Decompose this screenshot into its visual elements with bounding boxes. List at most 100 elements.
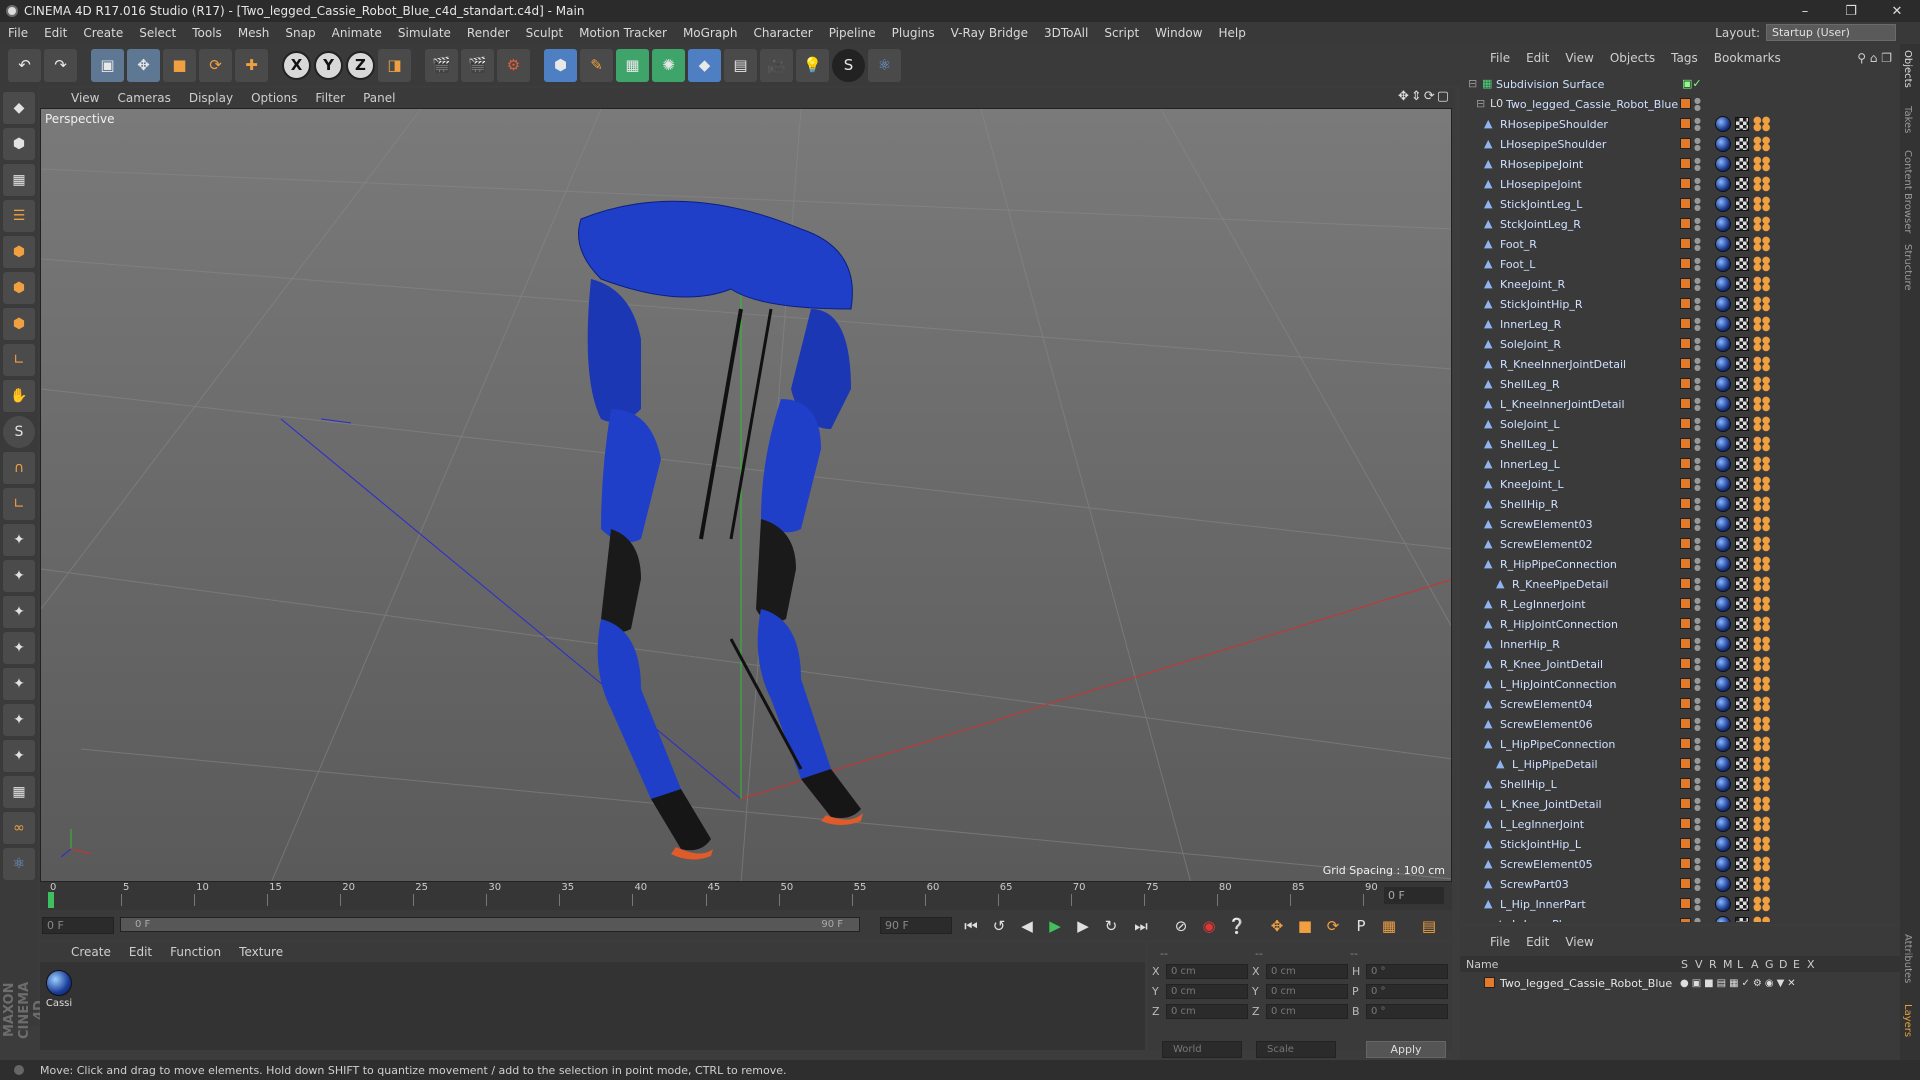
object-row-subdivision-surface[interactable]: ⊟ ▦ Subdivision Surface ▣✓ (1460, 74, 1885, 94)
key-pla-icon[interactable]: ▦ (1378, 915, 1400, 937)
object-row[interactable]: ▲ L_Hip_InnerPart ● ● ●● ●● (1460, 894, 1885, 914)
sculpt-brush-icon-6[interactable]: ✦ (3, 704, 35, 736)
menu-render[interactable]: Render (459, 26, 518, 40)
sculpt-brush-icon-5[interactable]: ✦ (3, 668, 35, 700)
timeline-playhead[interactable] (48, 892, 54, 908)
uvw-tag-icon[interactable] (1735, 337, 1749, 351)
selection-tag-icon[interactable]: ●●●● (1753, 536, 1770, 553)
material-tag-icon[interactable] (1715, 416, 1731, 432)
timeline-window-icon[interactable]: ▤ (1418, 915, 1440, 937)
coordinate-system-icon[interactable]: ◨ (378, 48, 411, 82)
material-tag-icon[interactable] (1715, 336, 1731, 352)
material-tag-icon[interactable] (1715, 896, 1731, 912)
visibility-dots-icon[interactable]: ●● (1694, 317, 1701, 332)
material-tag-icon[interactable] (1715, 236, 1731, 252)
uvw-tag-icon[interactable] (1735, 117, 1749, 131)
quantize-icon[interactable]: ∞ (3, 812, 35, 844)
material-tag-icon[interactable] (1715, 176, 1731, 192)
close-button[interactable]: ✕ (1874, 0, 1920, 22)
uvw-tag-icon[interactable] (1735, 317, 1749, 331)
apply-button[interactable]: Apply (1366, 1041, 1446, 1058)
visibility-dots-icon[interactable]: ●● (1694, 737, 1701, 752)
objects-menu-bookmarks[interactable]: Bookmarks (1706, 51, 1789, 65)
workplane-mode-icon[interactable]: ☰ (3, 200, 35, 232)
material-tag-icon[interactable] (1715, 296, 1731, 312)
render-picture-viewer-icon[interactable]: 🎬 (461, 48, 494, 82)
subdivision-surface-icon[interactable]: ▦ (616, 48, 649, 82)
selection-tag-icon[interactable]: ●●●● (1753, 616, 1770, 633)
menu-plugins[interactable]: Plugins (884, 26, 943, 40)
selection-tag-icon[interactable]: ●●●● (1753, 736, 1770, 753)
sculpt-brush-icon-4[interactable]: ✦ (3, 632, 35, 664)
x-axis-lock-icon[interactable]: X (282, 50, 311, 80)
axis-mode-icon[interactable]: ∟ (3, 344, 35, 376)
objects-menu-edit[interactable]: Edit (1518, 51, 1557, 65)
visibility-dots-icon[interactable]: ●● (1694, 237, 1701, 252)
uvw-tag-icon[interactable] (1735, 377, 1749, 391)
object-row[interactable]: ▲ ScrewElement06 ● ● ●● ●● (1460, 714, 1885, 734)
material-tag-icon[interactable] (1715, 716, 1731, 732)
selection-tag-icon[interactable]: ●●●● (1753, 296, 1770, 313)
selection-tag-icon[interactable]: ●●●● (1753, 636, 1770, 653)
undo-icon[interactable]: ↶ (8, 48, 41, 82)
uvw-tag-icon[interactable] (1735, 417, 1749, 431)
menu-simulate[interactable]: Simulate (390, 26, 459, 40)
mograph-cloner-icon[interactable]: ✺ (652, 48, 685, 82)
grid-snap-icon[interactable]: ▦ (3, 776, 35, 808)
coord-rot-b-field[interactable]: 0 ° (1366, 1003, 1448, 1019)
uvw-tag-icon[interactable] (1735, 177, 1749, 191)
selection-tag-icon[interactable]: ●●●● (1753, 336, 1770, 353)
material-tag-icon[interactable] (1715, 456, 1731, 472)
scale-mode-dropdown[interactable]: Scale (1256, 1041, 1336, 1058)
frame-range-slider[interactable]: 0 F 90 F (120, 917, 860, 932)
object-row[interactable]: ▲ LHosepipeJoint ● ● ●● ●● (1460, 174, 1885, 194)
uvw-tag-icon[interactable] (1735, 737, 1749, 751)
material-tag-icon[interactable] (1715, 656, 1731, 672)
selection-tag-icon[interactable]: ●●●● (1753, 576, 1770, 593)
selection-tag-icon[interactable]: ●●●● (1753, 316, 1770, 333)
visibility-dots-icon[interactable]: ●● (1694, 397, 1701, 412)
object-row[interactable]: ▲ ScrewElement03 ● ● ●● ●● (1460, 514, 1885, 534)
sculpt-brush-icon-3[interactable]: ✦ (3, 596, 35, 628)
layers-menu-edit[interactable]: Edit (1518, 935, 1557, 949)
coord-rot-h-field[interactable]: 0 ° (1366, 963, 1448, 979)
selection-tag-icon[interactable]: ●●●● (1753, 836, 1770, 853)
visibility-dots-icon[interactable]: ●● (1694, 497, 1701, 512)
side-tab-takes[interactable]: Takes (1902, 106, 1913, 133)
object-row[interactable]: ▲ L_HipPipeConnection ● ● ●● ●● (1460, 734, 1885, 754)
pen-spline-icon[interactable]: ✎ (580, 48, 613, 82)
object-row[interactable]: ▲ InnerLeg_L ● ● ●● ●● (1460, 454, 1885, 474)
selection-tag-icon[interactable]: ●●●● (1753, 656, 1770, 673)
object-row[interactable]: ▲ R_KneePipeDetail ● ● ●● ●● (1460, 574, 1885, 594)
object-row[interactable]: ▲ ShellLeg_L ● ● ●● ●● (1460, 434, 1885, 454)
object-row[interactable]: ▲ ShellHip_R ● ● ●● ●● (1460, 494, 1885, 514)
visibility-dots-icon[interactable]: ●● (1694, 437, 1701, 452)
sculpt-brush-icon-1[interactable]: ✦ (3, 524, 35, 556)
material-tag-icon[interactable] (1715, 276, 1731, 292)
object-row[interactable]: ▲ R_Knee_JointDetail ● ● ●● ●● (1460, 654, 1885, 674)
object-row[interactable]: ▲ L_Knee_JointDetail ● ● ●● ●● (1460, 794, 1885, 814)
material-menu-function[interactable]: Function (161, 945, 230, 959)
material-tag-icon[interactable] (1715, 256, 1731, 272)
uvw-tag-icon[interactable] (1735, 497, 1749, 511)
visibility-dots-icon[interactable]: ●● (1694, 797, 1701, 812)
selection-tag-icon[interactable]: ●●●● (1753, 116, 1770, 133)
material-tag-icon[interactable] (1715, 876, 1731, 892)
object-row[interactable]: ▲L_InnerPlug●●●●●● (1460, 914, 1885, 922)
visibility-dots-icon[interactable]: ●● (1694, 617, 1701, 632)
enabled-check-icon[interactable]: ▣✓ (1682, 77, 1702, 90)
make-editable-icon[interactable]: ◆ (3, 92, 35, 124)
sculpt-brush-icon-2[interactable]: ✦ (3, 560, 35, 592)
object-row[interactable]: ▲ L_KneeInnerJointDetail ● ● ●● ●● (1460, 394, 1885, 414)
objects-search-icon[interactable]: ⚲ ⌂ ❐ (1857, 51, 1892, 65)
object-row[interactable]: ▲ ScrewPart03 ● ● ●● ●● (1460, 874, 1885, 894)
autokey-icon[interactable]: ❔ (1226, 915, 1248, 937)
visibility-dots-icon[interactable]: ●● (1694, 197, 1701, 212)
end-frame-field[interactable]: 90 F (880, 917, 952, 934)
material-tag-icon[interactable] (1715, 116, 1731, 132)
material-tag-icon[interactable] (1715, 736, 1731, 752)
viewport-navigation-icons[interactable]: ✥⇕⟳▢ (1398, 89, 1451, 104)
visibility-dots-icon[interactable]: ●● (1694, 477, 1701, 492)
selection-tag-icon[interactable]: ●●●● (1753, 356, 1770, 373)
menu-edit[interactable]: Edit (36, 26, 75, 40)
